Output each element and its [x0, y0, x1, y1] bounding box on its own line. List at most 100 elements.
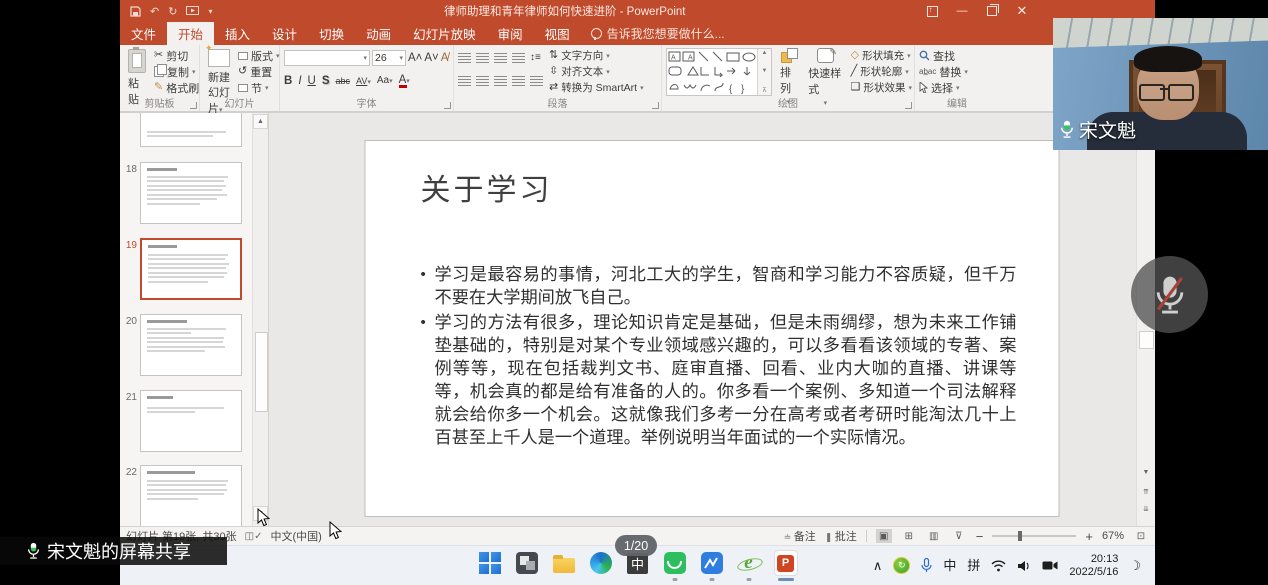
blue-app-button[interactable] [700, 551, 724, 575]
camera-icon[interactable] [1042, 560, 1058, 571]
shape-fill-button[interactable]: ◇形状填充▾ [851, 48, 912, 64]
font-size-combo[interactable]: 26▾ [372, 50, 406, 66]
minimize-button[interactable]: — [947, 0, 977, 22]
tab-transitions[interactable]: 切换 [308, 22, 355, 45]
clear-formatting-button[interactable]: A̸ [441, 52, 449, 64]
previous-slide-button[interactable]: ⇈ [1137, 484, 1155, 500]
shapes-gallery[interactable]: A A { } ▲▼⊼ [666, 48, 772, 96]
spell-check-icon[interactable]: ◫✓ [245, 531, 263, 542]
ie-browser-button[interactable]: e [737, 551, 761, 575]
font-name-combo[interactable]: ▾ [284, 50, 370, 66]
tab-insert[interactable]: 插入 [214, 22, 261, 45]
edge-browser-button[interactable] [589, 551, 613, 575]
slide-canvas[interactable]: 关于学习 学习是最容易的事情，河北工大的学生，智商和学习能力不容质疑，但千万不要… [365, 140, 1060, 517]
thumbnail-slide-17-partial[interactable] [120, 113, 242, 147]
align-text-button[interactable]: ⇳对齐文本▾ [549, 64, 644, 80]
italic-button[interactable]: I [298, 75, 301, 87]
tray-mic-icon[interactable] [921, 558, 932, 573]
tab-design[interactable]: 设计 [261, 22, 308, 45]
find-button[interactable]: 查找 [919, 48, 997, 64]
format-painter-button[interactable]: ✎格式刷 [154, 80, 199, 96]
thumbnail-slide-19-selected[interactable]: 19 [120, 238, 242, 300]
thumbnail-slide-20[interactable]: 20 [120, 314, 242, 376]
clipboard-dialog-launcher[interactable] [190, 102, 197, 109]
select-button[interactable]: 选择▾ [919, 80, 997, 96]
text-direction-button[interactable]: ⇅文字方向▾ [549, 48, 644, 64]
ribbon-display-options-button[interactable] [917, 0, 947, 22]
file-explorer-button[interactable] [552, 551, 576, 575]
green-app-button[interactable] [663, 551, 687, 575]
tab-review[interactable]: 审阅 [487, 22, 534, 45]
webcam-video[interactable]: 宋文魁 [1053, 18, 1268, 150]
slide-bullet-2[interactable]: 学习的方法有很多，理论知识肯定是基础，但是未雨绸缪，想为未来工作铺垫基础的，特别… [421, 311, 1017, 449]
undo-icon[interactable]: ↶ [150, 5, 159, 18]
notes-button[interactable]: ≐ 备注 [784, 528, 816, 544]
align-right-icon[interactable] [494, 76, 507, 86]
justify-icon[interactable] [512, 76, 525, 86]
zoom-out-button[interactable]: − [976, 529, 984, 544]
view-slideshow-button[interactable]: ⊽ [951, 529, 967, 543]
thumbnail-slide-18[interactable]: 18 [120, 162, 242, 224]
shape-effects-button[interactable]: ❑形状效果▾ [851, 80, 912, 96]
zoom-slider-handle[interactable] [1018, 531, 1022, 541]
view-normal-button[interactable]: ▣ [876, 529, 892, 543]
shapes-gallery-scroll[interactable]: ▲▼⊼ [757, 49, 771, 95]
reset-button[interactable]: ↺重置 [238, 64, 280, 80]
underline-button[interactable]: U [308, 75, 316, 87]
paragraph-dialog-launcher[interactable] [652, 102, 659, 109]
thumbnail-scrollbar-thumb[interactable] [255, 332, 268, 412]
next-slide-button[interactable]: ⇊ [1137, 501, 1155, 517]
night-mode-icon[interactable]: ☽ [1129, 559, 1141, 572]
tray-app-icon[interactable]: ↻ [893, 557, 910, 574]
zoom-in-button[interactable]: + [1085, 529, 1093, 544]
wifi-icon[interactable] [991, 560, 1006, 572]
character-spacing-button[interactable]: AV▾ [356, 76, 371, 86]
tray-ime-mode[interactable]: 中 [943, 559, 956, 572]
restore-button[interactable] [977, 0, 1007, 22]
tab-view[interactable]: 视图 [534, 22, 581, 45]
task-view-button[interactable] [515, 551, 539, 575]
save-icon[interactable] [130, 6, 141, 17]
slide-title[interactable]: 关于学习 [421, 165, 1014, 209]
slide-body-text[interactable]: 学习是最容易的事情，河北工大的学生，智商和学习能力不容质疑，但千万不要在大学期间… [421, 263, 1017, 449]
line-spacing-icon[interactable]: ↕≡ [530, 52, 541, 63]
convert-smartart-button[interactable]: ⇄转换为 SmartArt▾ [549, 80, 644, 96]
slide-scroll-down-button[interactable]: ▼ [1137, 465, 1155, 481]
tab-file[interactable]: 文件 [120, 22, 167, 45]
tray-expand-button[interactable]: ∧ [873, 559, 883, 572]
columns-icon[interactable] [530, 76, 543, 86]
tell-me-box[interactable]: 告诉我您想要做什么... [581, 22, 735, 45]
change-case-button[interactable]: Aa▾ [377, 75, 393, 86]
bullets-icon[interactable] [458, 53, 471, 63]
thumbnail-slide-21[interactable]: 21 [120, 390, 242, 452]
close-button[interactable]: ✕ [1007, 0, 1037, 22]
text-shadow-button[interactable]: S [322, 75, 330, 87]
shape-outline-button[interactable]: ╱形状轮廓▾ [851, 64, 912, 80]
tray-clock[interactable]: 20:13 2022/5/16 [1069, 553, 1118, 579]
status-language[interactable]: 中文(中国) [270, 528, 321, 544]
start-slideshow-icon[interactable] [186, 6, 199, 17]
tab-animations[interactable]: 动画 [355, 22, 402, 45]
font-dialog-launcher[interactable] [444, 102, 451, 109]
replace-button[interactable]: ab̲ac 替换▾ [919, 64, 997, 80]
start-button[interactable] [478, 551, 502, 575]
mute-button[interactable] [1131, 256, 1208, 333]
powerpoint-taskbar-button[interactable]: P [774, 551, 798, 575]
redo-icon[interactable]: ↻ [168, 5, 177, 18]
layout-button[interactable]: 版式▾ [238, 48, 280, 64]
strikethrough-button[interactable]: abc [336, 76, 351, 86]
copy-button[interactable]: 复制▾ [154, 64, 199, 80]
zoom-percentage[interactable]: 67% [1102, 530, 1124, 542]
cut-button[interactable]: ✂剪切 [154, 48, 199, 64]
section-button[interactable]: 节▾ [238, 80, 280, 96]
slide-bullet-1[interactable]: 学习是最容易的事情，河北工大的学生，智商和学习能力不容质疑，但千万不要在大学期间… [421, 263, 1017, 309]
numbering-icon[interactable] [476, 53, 489, 63]
align-center-icon[interactable] [476, 76, 489, 86]
tab-slideshow[interactable]: 幻灯片放映 [402, 22, 487, 45]
decrease-indent-icon[interactable] [494, 53, 507, 63]
tray-pinyin-indicator[interactable]: 拼 [967, 559, 980, 572]
fit-to-window-button[interactable]: ⊡ [1133, 529, 1149, 543]
thumbnail-scrollbar[interactable]: ▲ ▼ [252, 113, 268, 527]
drawing-dialog-launcher[interactable] [905, 102, 912, 109]
zoom-slider[interactable] [992, 535, 1076, 537]
